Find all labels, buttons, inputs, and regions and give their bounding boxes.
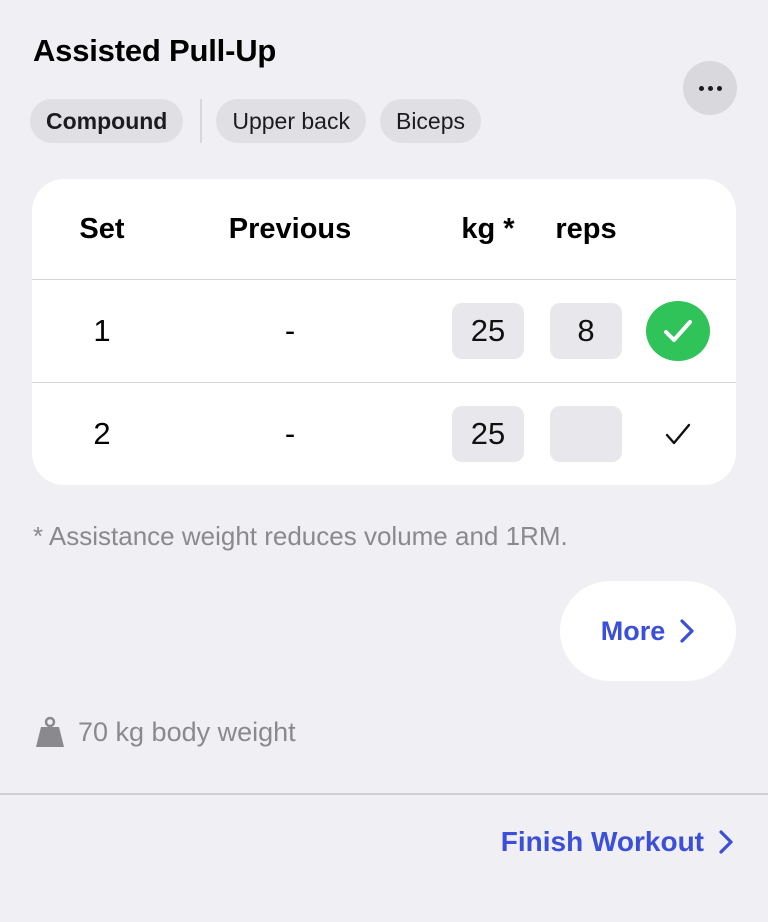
finish-workout-label: Finish Workout xyxy=(500,826,704,857)
assistance-footnote: * Assistance weight reduces volume and 1… xyxy=(33,521,568,551)
tag-biceps: Biceps xyxy=(379,99,482,143)
tag-divider xyxy=(200,99,203,143)
set-row: 1 - 25 8 xyxy=(32,280,736,383)
set-number: 1 xyxy=(93,313,111,348)
weight-icon xyxy=(36,716,64,747)
header-set: Set xyxy=(79,212,125,245)
reps-input[interactable]: 8 xyxy=(550,303,622,359)
exercise-title: Assisted Pull-Up xyxy=(33,33,277,68)
exercise-tags: Compound Upper back Biceps xyxy=(30,99,482,143)
body-weight: 70 kg body weight xyxy=(34,714,296,750)
finish-workout-button[interactable]: Finish Workout xyxy=(501,824,734,860)
reps-input[interactable] xyxy=(550,406,622,462)
tag-upper-back: Upper back xyxy=(216,99,366,143)
sets-table: Set Previous kg * reps 1 - 25 8 2 - 25 xyxy=(32,179,736,485)
workout-exercise-screen: Assisted Pull-Up Compound Upper back Bic… xyxy=(0,0,768,922)
kg-input[interactable]: 25 xyxy=(452,303,524,359)
kg-input[interactable]: 25 xyxy=(452,406,524,462)
header-previous: Previous xyxy=(228,212,352,245)
more-button-label: More xyxy=(600,615,666,646)
checkmark-icon xyxy=(665,423,691,445)
chevron-right-icon xyxy=(719,830,733,854)
header-kg: kg * xyxy=(461,212,515,245)
set-complete-button[interactable] xyxy=(646,301,710,361)
more-button[interactable]: More xyxy=(560,581,736,681)
table-header: Set Previous kg * reps xyxy=(32,179,736,280)
ellipsis-icon xyxy=(698,85,704,91)
tag-compound: Compound xyxy=(30,99,184,143)
header-reps: reps xyxy=(555,212,617,245)
checkmark-icon xyxy=(664,320,692,342)
chevron-right-icon xyxy=(680,619,694,643)
previous-value: - xyxy=(284,313,296,348)
set-row: 2 - 25 xyxy=(32,383,736,485)
set-complete-button[interactable] xyxy=(645,383,711,485)
divider xyxy=(0,793,768,795)
more-options-button[interactable] xyxy=(683,61,737,115)
body-weight-text: 70 kg body weight xyxy=(78,716,296,747)
previous-value: - xyxy=(284,416,296,451)
set-number: 2 xyxy=(93,416,111,451)
